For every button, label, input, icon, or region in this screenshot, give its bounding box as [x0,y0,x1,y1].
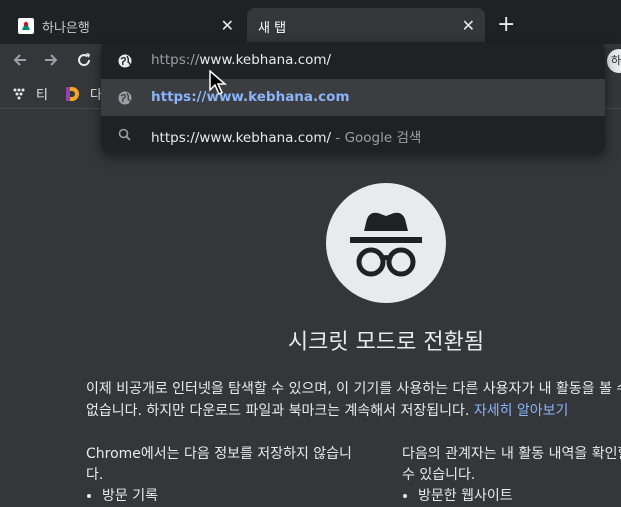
search-engine-suffix: - Google 검색 [331,130,422,146]
tab-title: 하나은행 [42,20,90,36]
url-domain: www.kebhana.com/ [199,52,332,68]
list-item: 방문한 웹사이트 [418,486,621,507]
visible-to-column: 다음의 관계자는 내 활동 내역을 확인할 수 있습니다. 방문한 웹사이트 [402,444,621,507]
suggestion-url-text: https://www.kebhana.com [151,89,350,105]
close-tab-icon[interactable]: ✕ [462,17,475,35]
suggestion-search[interactable]: https://www.kebhana.com/ - Google 검색 [101,116,605,153]
tab-title: 새 탭 [258,20,287,36]
tab-strip: 하나은행 ✕ 새 탭 ✕ + [0,0,621,44]
tab-new-tab[interactable]: 새 탭 ✕ [247,8,485,44]
globe-icon [118,91,132,105]
bookmark-dots-icon [13,88,25,99]
omnibox-dropdown: https://www.kebhana.com/ https://www.keb… [101,42,605,153]
search-icon [118,128,131,141]
search-query-text: https://www.kebhana.com/ [151,130,332,146]
daum-d-icon [66,86,79,101]
suggestion-url[interactable]: https://www.kebhana.com [101,79,605,116]
globe-icon [118,54,132,68]
incognito-title: 시크릿 모드로 전환됨 [287,330,485,355]
new-tab-button[interactable]: + [497,14,515,36]
bookmark-item[interactable]: 티 [12,84,48,103]
close-tab-icon[interactable]: ✕ [221,17,234,35]
incognito-description: 이제 비공개로 인터넷을 탐색할 수 있으며, 이 기기를 사용하는 다른 사용… [86,378,621,422]
bookmark-item[interactable]: 다 [64,84,102,103]
reload-icon[interactable] [74,50,94,70]
visible-to-heading: 다음의 관계자는 내 활동 내역을 확인할 수 있습니다. [402,446,621,483]
url-scheme: https:// [151,52,200,68]
tab-hana-bank[interactable]: 하나은행 ✕ [0,8,244,44]
forward-arrow-icon[interactable] [41,50,61,70]
not-saved-column: Chrome에서는 다음 정보를 저장하지 않습니다. 방문 기록 [86,444,366,507]
not-saved-heading: Chrome에서는 다음 정보를 저장하지 않습니다. [86,446,352,483]
incognito-icon [350,212,422,277]
list-item: 방문 기록 [102,486,366,507]
hana-bank-favicon-icon [18,18,34,34]
mouse-cursor-icon [209,70,228,96]
address-input[interactable]: https://www.kebhana.com/ [101,42,605,79]
incognito-logo [326,183,446,303]
bookmark-label: 티 [36,88,48,103]
learn-more-link[interactable]: 자세히 알아보기 [474,403,569,419]
back-arrow-icon[interactable] [10,50,30,70]
